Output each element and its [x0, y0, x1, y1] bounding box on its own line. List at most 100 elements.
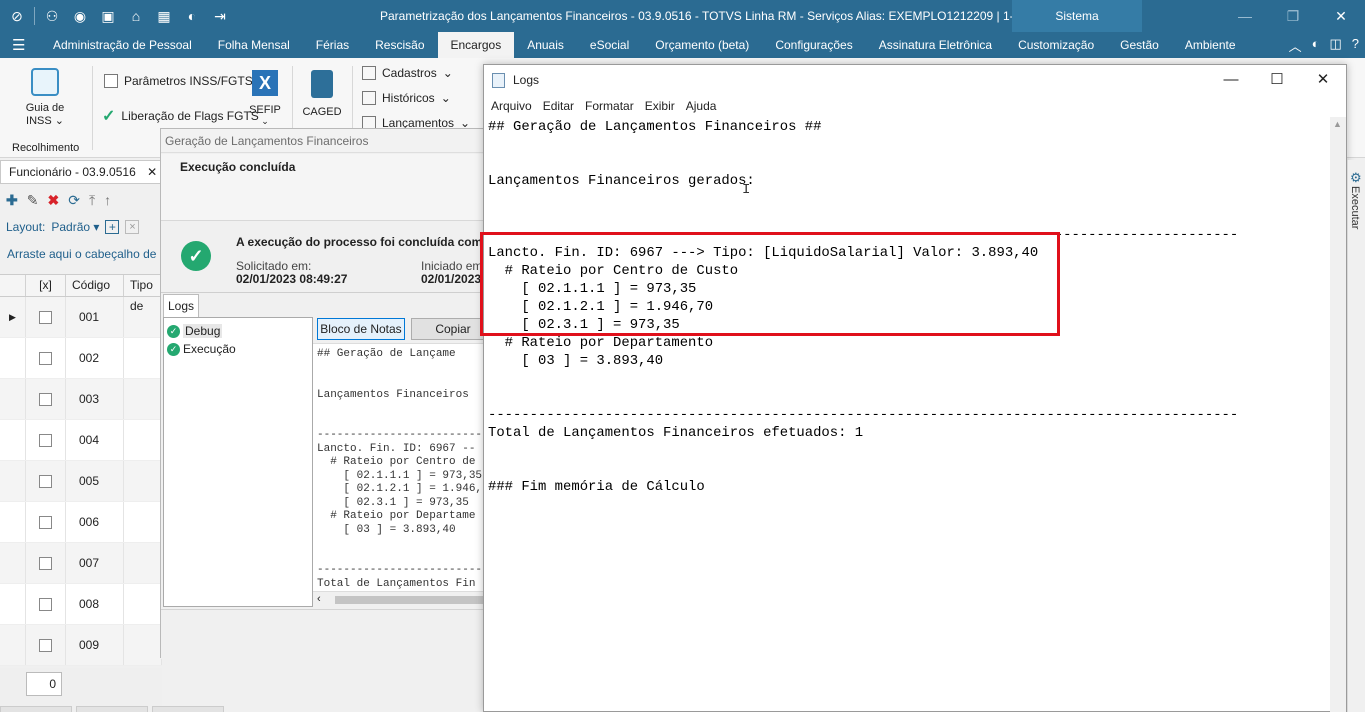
guia-inss-button[interactable]: Guia de INSS ⌄ — [22, 68, 68, 128]
tab-logs[interactable]: Logs — [163, 294, 199, 318]
delete-icon[interactable]: ✖ — [47, 192, 59, 209]
move-top-icon[interactable]: ⤒ — [89, 192, 95, 209]
app-logo-icon[interactable]: ⊘ — [6, 6, 28, 26]
caged-button[interactable]: CAGED — [302, 70, 342, 118]
row-checkbox[interactable] — [39, 351, 52, 365]
header-tipo[interactable]: Tipo de — [124, 275, 162, 313]
menu-anuais[interactable]: Anuais — [514, 32, 577, 58]
menu-editar[interactable]: Editar — [536, 95, 578, 117]
menu-administracao-pessoal[interactable]: Administração de Pessoal — [40, 32, 205, 58]
vertical-scrollbar[interactable]: ▲ — [1330, 117, 1346, 712]
remove-layout-icon[interactable]: × — [125, 220, 140, 234]
menu-gestao[interactable]: Gestão — [1107, 32, 1172, 58]
row-checkbox[interactable] — [39, 638, 52, 652]
menu-rescisao[interactable]: Rescisão — [362, 32, 437, 58]
close-icon[interactable]: ✕ — [147, 165, 157, 179]
edit-icon[interactable]: ✎ — [27, 192, 39, 209]
exit-icon[interactable]: ⇥ — [209, 6, 231, 26]
globe-icon[interactable]: ◐ — [1312, 36, 1320, 55]
menu-folha-mensal[interactable]: Folha Mensal — [205, 32, 303, 58]
cadastros-dropdown[interactable]: Cadastros ⌄ — [362, 66, 453, 80]
layout-icon[interactable]: ◫ — [1329, 36, 1341, 55]
collapse-ribbon-icon[interactable]: ︿ — [1289, 36, 1302, 55]
page-count-field[interactable]: 0 — [26, 672, 62, 696]
table-row[interactable]: 005 — [0, 461, 162, 502]
parametros-inss-fgts-button[interactable]: Parâmetros INSS/FGTS — [104, 74, 253, 88]
menu-esocial[interactable]: eSocial — [577, 32, 642, 58]
historicos-dropdown[interactable]: Históricos ⌄ — [362, 91, 451, 105]
table-row[interactable]: 007 — [0, 543, 162, 584]
row-checkbox[interactable] — [39, 597, 52, 611]
menu-formatar[interactable]: Formatar — [578, 95, 638, 117]
liberacao-flags-fgts-button[interactable]: ✓ Liberação de Flags FGTS — [102, 106, 259, 126]
move-up-icon[interactable]: ↑ — [104, 192, 111, 208]
group-recolhimento-label: Recolhimento — [12, 142, 80, 154]
table-row[interactable]: 003 — [0, 379, 162, 420]
menu-assinatura-eletronica[interactable]: Assinatura Eletrônica — [866, 32, 1005, 58]
horizontal-scrollbar[interactable]: ‹ — [313, 591, 491, 607]
bottom-tab[interactable] — [0, 706, 72, 712]
notepad-text-area[interactable]: ## Geração de Lançamentos Financeiros ##… — [484, 117, 1330, 712]
tree-item-execucao[interactable]: ✓ Execução — [164, 340, 312, 358]
hamburger-menu-icon[interactable]: ☰ — [12, 36, 25, 54]
menu-ambiente[interactable]: Ambiente — [1172, 32, 1249, 58]
row-checkbox[interactable] — [39, 310, 52, 324]
layout-select[interactable]: Padrão ▾ — [51, 220, 99, 234]
log-preview[interactable]: ## Geração de Lançame Lançamentos Financ… — [313, 343, 491, 607]
scrollbar-thumb[interactable] — [335, 596, 491, 604]
menu-ferias[interactable]: Férias — [303, 32, 362, 58]
help-icon[interactable]: ? — [1352, 36, 1359, 55]
add-icon[interactable]: ✚ — [6, 192, 18, 209]
view-icon[interactable]: ◉ — [69, 6, 91, 26]
menu-arquivo[interactable]: Arquivo — [484, 95, 536, 117]
row-checkbox[interactable] — [39, 556, 52, 570]
menu-customizacao[interactable]: Customização — [1005, 32, 1107, 58]
menu-orcamento[interactable]: Orçamento (beta) — [642, 32, 762, 58]
table-row[interactable]: 006 — [0, 502, 162, 543]
row-checkbox[interactable] — [39, 392, 52, 406]
globe-icon[interactable]: ◐ — [181, 6, 203, 26]
users-icon[interactable]: ⚇ — [41, 6, 63, 26]
table-row[interactable]: 004 — [0, 420, 162, 461]
table-row[interactable]: 008 — [0, 584, 162, 625]
menu-ajuda[interactable]: Ajuda — [679, 95, 721, 117]
cadastros-label: Cadastros — [382, 66, 437, 80]
menu-configuracoes[interactable]: Configurações — [762, 32, 865, 58]
gear-icon[interactable]: ⚙ — [1350, 170, 1362, 186]
check-circle-icon: ✓ — [167, 342, 180, 356]
bottom-tab[interactable] — [152, 706, 224, 712]
close-button[interactable]: ✕ — [1317, 0, 1365, 32]
notepad-minimize-button[interactable]: — — [1208, 65, 1254, 95]
chevron-up-icon[interactable]: ▲ — [1333, 119, 1342, 129]
notepad-maximize-button[interactable]: ☐ — [1254, 65, 1300, 95]
process-dialog: Geração de Lançamentos Financeiros Execu… — [160, 128, 495, 659]
maximize-button[interactable]: ❐ — [1269, 0, 1317, 32]
tree-item-debug[interactable]: ✓ Debug — [164, 322, 312, 340]
minimize-button[interactable]: — — [1221, 0, 1269, 32]
row-checkbox[interactable] — [39, 433, 52, 447]
sefip-button[interactable]: X SEFIP ⌄ — [248, 70, 282, 127]
header-check[interactable]: [x] — [26, 275, 66, 296]
table-row[interactable]: ▶ 001 — [0, 297, 162, 338]
bottom-tab[interactable] — [76, 706, 148, 712]
group-by-hint[interactable]: Arraste aqui o cabeçalho de uma — [0, 247, 160, 267]
header-codigo[interactable]: Código — [66, 275, 124, 296]
home-icon[interactable]: ⌂ — [125, 6, 147, 26]
executar-tab[interactable]: Executar — [1349, 186, 1361, 229]
chevron-left-icon[interactable]: ‹ — [317, 593, 321, 605]
row-checkbox[interactable] — [39, 474, 52, 488]
notepad-close-button[interactable]: ✕ — [1300, 65, 1346, 95]
table-row[interactable]: 002 — [0, 338, 162, 379]
completion-message: A execução do processo foi concluída com — [236, 235, 483, 249]
refresh-icon[interactable]: ⟳ — [68, 192, 80, 209]
window-icon[interactable]: ▣ — [97, 6, 119, 26]
menu-exibir[interactable]: Exibir — [638, 95, 679, 117]
system-button[interactable]: Sistema — [1012, 0, 1142, 32]
row-checkbox[interactable] — [39, 515, 52, 529]
menu-encargos[interactable]: Encargos — [437, 32, 515, 58]
table-row[interactable]: 009 — [0, 625, 162, 666]
tab-funcionario[interactable]: Funcionário - 03.9.0516 ✕ — [0, 160, 167, 184]
calculator-icon[interactable]: ▦ — [153, 6, 175, 26]
bloco-de-notas-button[interactable]: Bloco de Notas — [317, 318, 405, 340]
add-layout-icon[interactable]: + — [105, 220, 120, 234]
